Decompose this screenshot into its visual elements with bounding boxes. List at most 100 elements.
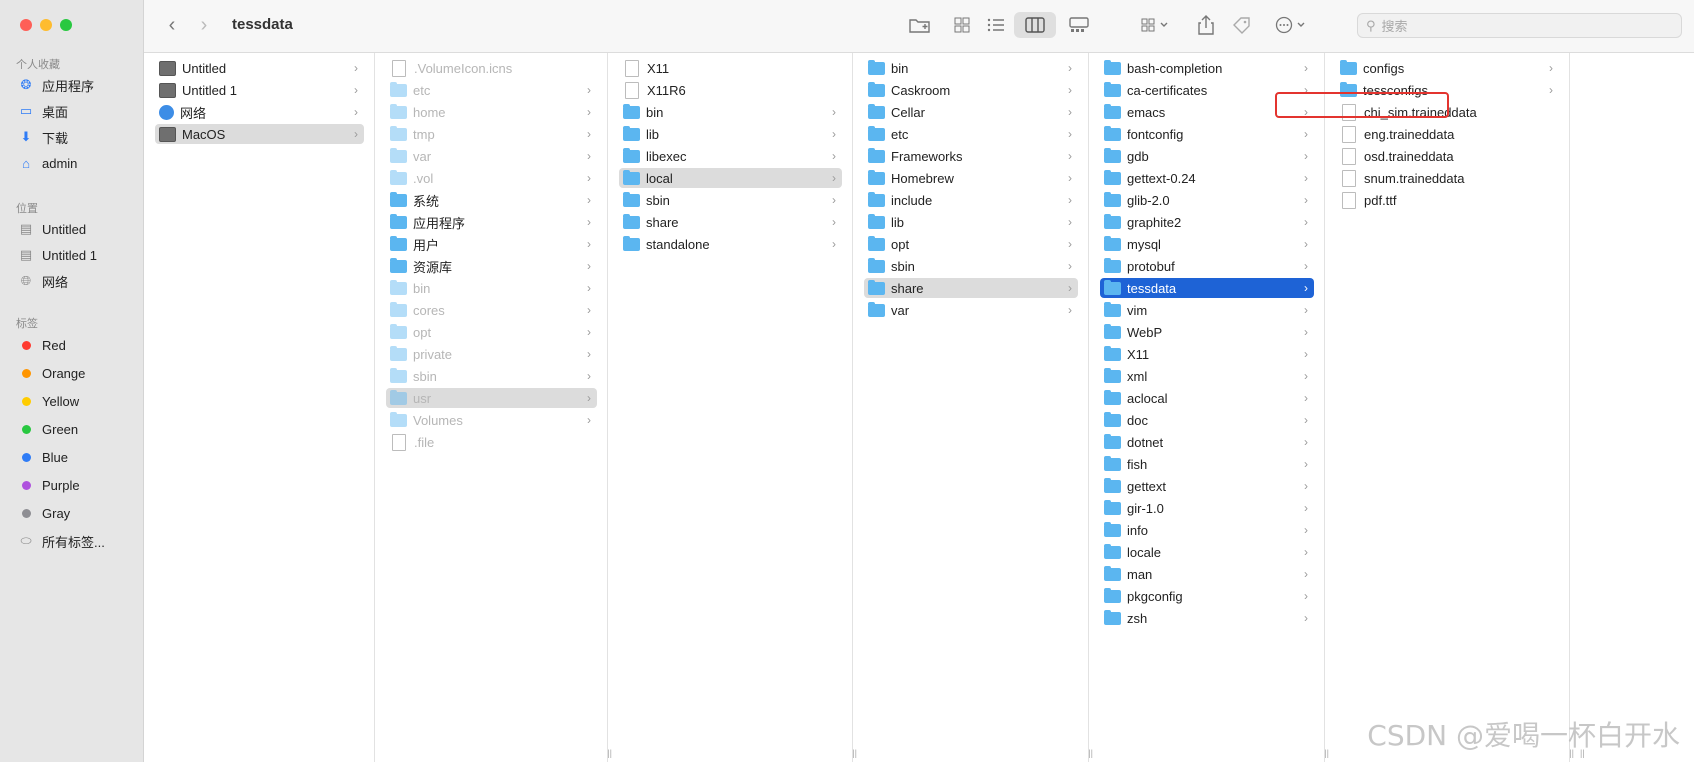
sidebar-all-tags[interactable]: ⬭ 所有标签... (18, 529, 136, 553)
folder-item[interactable]: protobuf › (1100, 256, 1314, 276)
folder-item[interactable]: dotnet › (1100, 432, 1314, 452)
folder-item[interactable]: fontconfig › (1100, 124, 1314, 144)
folder-item[interactable]: bin › (619, 102, 842, 122)
folder-item[interactable]: sbin › (386, 366, 597, 386)
folder-item[interactable]: Cellar › (864, 102, 1078, 122)
folder-item[interactable]: configs › (1336, 58, 1559, 78)
folder-item[interactable]: graphite2 › (1100, 212, 1314, 232)
folder-item[interactable]: vim › (1100, 300, 1314, 320)
list-view-button[interactable] (984, 12, 1008, 38)
volume-item[interactable]: Untitled 1 › (155, 80, 364, 100)
file-item[interactable]: pdf.ttf (1336, 190, 1559, 210)
file-item[interactable]: X11R6 (619, 80, 842, 100)
folder-item[interactable]: Volumes › (386, 410, 597, 430)
sidebar-tag-blue[interactable]: Blue (18, 445, 136, 469)
folder-item[interactable]: local › (619, 168, 842, 188)
gallery-view-button[interactable] (1064, 12, 1094, 38)
file-item[interactable]: osd.traineddata (1336, 146, 1559, 166)
minimize-window-button[interactable] (40, 19, 52, 31)
file-item[interactable]: X11 (619, 58, 842, 78)
folder-item[interactable]: 用户 › (386, 234, 597, 254)
folder-item[interactable]: doc › (1100, 410, 1314, 430)
volume-item[interactable]: 网络 › (155, 102, 364, 122)
folder-item[interactable]: tessdata › (1100, 278, 1314, 298)
sidebar-tag-purple[interactable]: Purple (18, 473, 136, 497)
column-4[interactable]: || bin › Caskroom › Cellar › etc › Frameworks › Hom… (853, 53, 1093, 762)
sidebar-item-desktop[interactable]: ▭ 桌面 (18, 99, 136, 123)
tag-button[interactable] (1230, 12, 1254, 38)
volume-item[interactable]: Untitled › (155, 58, 364, 78)
folder-item[interactable]: home › (386, 102, 597, 122)
sidebar-item-downloads[interactable]: ⬇ 下载 (18, 125, 136, 149)
sidebar-item-home[interactable]: ⌂ admin (18, 151, 136, 175)
sidebar-item-network[interactable]: 🌐︎ 网络 (18, 269, 136, 293)
folder-item[interactable]: bin › (864, 58, 1078, 78)
folder-item[interactable]: man › (1100, 564, 1314, 584)
file-item[interactable]: eng.traineddata (1336, 124, 1559, 144)
folder-item[interactable]: mysql › (1100, 234, 1314, 254)
folder-item[interactable]: Homebrew › (864, 168, 1078, 188)
forward-button[interactable]: › (192, 12, 216, 38)
close-window-button[interactable] (20, 19, 32, 31)
more-actions-button[interactable] (1272, 12, 1312, 38)
folder-item[interactable]: bin › (386, 278, 597, 298)
column-6[interactable]: || configs › tessconfigs › chi_sim.traineddat… (1325, 53, 1574, 762)
sidebar-item-applications[interactable]: ❂ 应用程序 (18, 73, 136, 97)
folder-item[interactable]: usr › (386, 388, 597, 408)
folder-item[interactable]: var › (864, 300, 1078, 320)
file-item[interactable]: .VolumeIcon.icns (386, 58, 597, 78)
new-folder-button[interactable] (906, 12, 934, 38)
sidebar-item-untitled-1[interactable]: ▤ Untitled 1 (18, 243, 136, 267)
group-button[interactable] (1136, 12, 1176, 38)
column-5[interactable]: || bash-completion › ca-certificates › emacs ›… (1089, 53, 1329, 762)
folder-item[interactable]: lib › (619, 124, 842, 144)
folder-item[interactable]: WebP › (1100, 322, 1314, 342)
share-button[interactable] (1194, 12, 1218, 38)
column-3[interactable]: || X11 X11R6 bin › lib › libexec › local › sbin › sha… (608, 53, 857, 762)
folder-item[interactable]: bash-completion › (1100, 58, 1314, 78)
folder-item[interactable]: opt › (386, 322, 597, 342)
folder-item[interactable]: lib › (864, 212, 1078, 232)
folder-item[interactable]: etc › (864, 124, 1078, 144)
sidebar-item-untitled[interactable]: ▤ Untitled (18, 217, 136, 241)
sidebar-tag-gray[interactable]: Gray (18, 501, 136, 525)
folder-item[interactable]: Caskroom › (864, 80, 1078, 100)
folder-item[interactable]: gdb › (1100, 146, 1314, 166)
sidebar-tag-orange[interactable]: Orange (18, 361, 136, 385)
folder-item[interactable]: aclocal › (1100, 388, 1314, 408)
folder-item[interactable]: gir-1.0 › (1100, 498, 1314, 518)
sidebar-tag-yellow[interactable]: Yellow (18, 389, 136, 413)
folder-item[interactable]: .vol › (386, 168, 597, 188)
folder-item[interactable]: zsh › (1100, 608, 1314, 628)
folder-item[interactable]: cores › (386, 300, 597, 320)
search-field[interactable]: ⚲ 搜索 (1357, 13, 1682, 38)
column-2[interactable]: || .VolumeIcon.icns etc › home › tmp › var › .vol ›… (375, 53, 612, 762)
folder-item[interactable]: opt › (864, 234, 1078, 254)
folder-item[interactable]: libexec › (619, 146, 842, 166)
folder-item[interactable]: include › (864, 190, 1078, 210)
column-7-empty[interactable]: || (1570, 53, 1694, 762)
folder-item[interactable]: standalone › (619, 234, 842, 254)
folder-item[interactable]: tmp › (386, 124, 597, 144)
folder-item[interactable]: 资源库 › (386, 256, 597, 276)
folder-item[interactable]: info › (1100, 520, 1314, 540)
folder-item[interactable]: X11 › (1100, 344, 1314, 364)
sidebar-tag-green[interactable]: Green (18, 417, 136, 441)
folder-item[interactable]: share › (619, 212, 842, 232)
icon-view-button[interactable] (950, 12, 974, 38)
folder-item[interactable]: glib-2.0 › (1100, 190, 1314, 210)
folder-item[interactable]: sbin › (864, 256, 1078, 276)
folder-item[interactable]: sbin › (619, 190, 842, 210)
folder-item[interactable]: fish › (1100, 454, 1314, 474)
folder-item[interactable]: gettext › (1100, 476, 1314, 496)
folder-item[interactable]: xml › (1100, 366, 1314, 386)
column-1[interactable]: Untitled › Untitled 1 › 网络 › MacOS › (144, 53, 375, 762)
folder-item[interactable]: share › (864, 278, 1078, 298)
sidebar-tag-red[interactable]: Red (18, 333, 136, 357)
zoom-window-button[interactable] (60, 19, 72, 31)
folder-item[interactable]: 系统 › (386, 190, 597, 210)
folder-item[interactable]: gettext-0.24 › (1100, 168, 1314, 188)
folder-item[interactable]: locale › (1100, 542, 1314, 562)
folder-item[interactable]: private › (386, 344, 597, 364)
column-view-button[interactable] (1014, 12, 1056, 38)
